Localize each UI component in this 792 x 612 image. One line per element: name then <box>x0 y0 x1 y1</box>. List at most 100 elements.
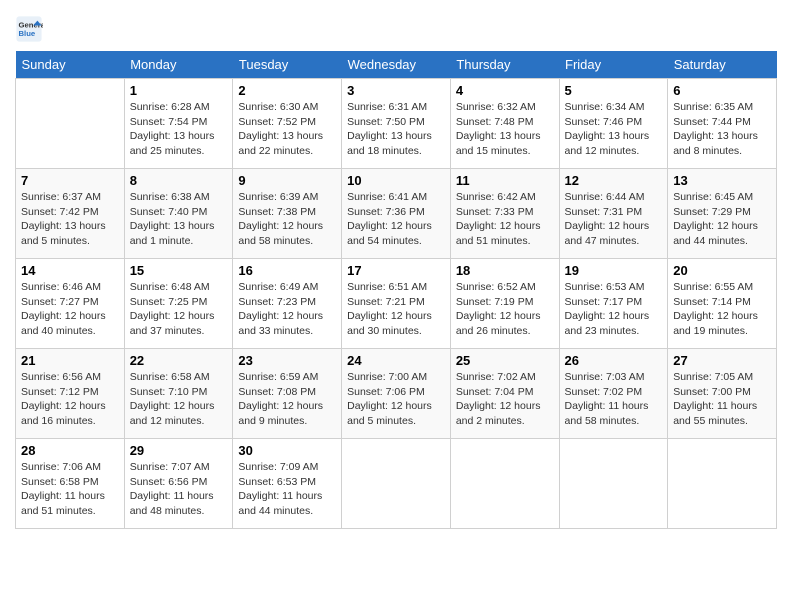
table-row: 15 Sunrise: 6:48 AM Sunset: 7:25 PM Dayli… <box>124 259 233 349</box>
day-info: Sunrise: 6:30 AM Sunset: 7:52 PM Dayligh… <box>238 100 336 159</box>
table-row: 5Sunrise: 6:34 AM Sunset: 7:46 PM Daylig… <box>559 79 668 169</box>
day-number: 21 <box>21 353 119 368</box>
table-row: 30 Sunrise: 7:09 AM Sunset: 6:53 PM Dayli… <box>233 439 342 529</box>
day-number: 2 <box>238 83 336 98</box>
day-number: 7 <box>21 173 119 188</box>
day-info: Sunrise: 7:00 AM Sunset: 7:06 PM Dayligh… <box>347 370 445 429</box>
header-day-tuesday: Tuesday <box>233 51 342 79</box>
day-number: 5 <box>565 83 663 98</box>
calendar-week-5: 28Sunrise: 7:06 AM Sunset: 6:58 PM Dayli… <box>16 439 777 529</box>
calendar-header: SundayMondayTuesdayWednesdayThursdayFrid… <box>16 51 777 79</box>
table-row: 11 Sunrise: 6:42 AM Sunset: 7:33 PM Dayli… <box>450 169 559 259</box>
table-row: 2 Sunrise: 6:30 AM Sunset: 7:52 PM Daylig… <box>233 79 342 169</box>
day-number: 14 <box>21 263 119 278</box>
day-info: Sunrise: 6:48 AM Sunset: 7:25 PM Dayligh… <box>130 280 228 339</box>
calendar-body: 1Sunrise: 6:28 AM Sunset: 7:54 PM Daylig… <box>16 79 777 529</box>
table-row: 17 Sunrise: 6:51 AM Sunset: 7:21 PM Dayli… <box>342 259 451 349</box>
svg-text:Blue: Blue <box>19 29 36 38</box>
day-number: 9 <box>238 173 336 188</box>
day-info: Sunrise: 6:45 AM Sunset: 7:29 PM Dayligh… <box>673 190 771 249</box>
day-number: 17 <box>347 263 445 278</box>
day-number: 29 <box>130 443 228 458</box>
day-number: 12 <box>565 173 663 188</box>
logo: General Blue <box>15 15 47 43</box>
day-number: 30 <box>238 443 336 458</box>
table-row: 7 Sunrise: 6:37 AM Sunset: 7:42 PM Daylig… <box>16 169 125 259</box>
day-number: 24 <box>347 353 445 368</box>
day-info: Sunrise: 6:41 AM Sunset: 7:36 PM Dayligh… <box>347 190 445 249</box>
day-number: 26 <box>565 353 663 368</box>
header-day-wednesday: Wednesday <box>342 51 451 79</box>
header-day-saturday: Saturday <box>668 51 777 79</box>
day-number: 25 <box>456 353 554 368</box>
day-info: Sunrise: 6:58 AM Sunset: 7:10 PM Dayligh… <box>130 370 228 429</box>
day-number: 19 <box>565 263 663 278</box>
calendar-table: SundayMondayTuesdayWednesdayThursdayFrid… <box>15 51 777 529</box>
day-number: 22 <box>130 353 228 368</box>
table-row: 16 Sunrise: 6:49 AM Sunset: 7:23 PM Dayli… <box>233 259 342 349</box>
day-number: 4 <box>456 83 554 98</box>
day-number: 13 <box>673 173 771 188</box>
table-row: 28Sunrise: 7:06 AM Sunset: 6:58 PM Dayli… <box>16 439 125 529</box>
header-day-monday: Monday <box>124 51 233 79</box>
calendar-week-3: 14Sunrise: 6:46 AM Sunset: 7:27 PM Dayli… <box>16 259 777 349</box>
table-row <box>668 439 777 529</box>
day-info: Sunrise: 7:07 AM Sunset: 6:56 PM Dayligh… <box>130 460 228 519</box>
day-info: Sunrise: 6:37 AM Sunset: 7:42 PM Dayligh… <box>21 190 119 249</box>
header-row: SundayMondayTuesdayWednesdayThursdayFrid… <box>16 51 777 79</box>
table-row: 24 Sunrise: 7:00 AM Sunset: 7:06 PM Dayli… <box>342 349 451 439</box>
day-info: Sunrise: 6:31 AM Sunset: 7:50 PM Dayligh… <box>347 100 445 159</box>
day-info: Sunrise: 6:51 AM Sunset: 7:21 PM Dayligh… <box>347 280 445 339</box>
day-number: 23 <box>238 353 336 368</box>
day-info: Sunrise: 6:32 AM Sunset: 7:48 PM Dayligh… <box>456 100 554 159</box>
day-number: 28 <box>21 443 119 458</box>
calendar-week-2: 7 Sunrise: 6:37 AM Sunset: 7:42 PM Daylig… <box>16 169 777 259</box>
table-row: 8Sunrise: 6:38 AM Sunset: 7:40 PM Daylig… <box>124 169 233 259</box>
day-info: Sunrise: 6:49 AM Sunset: 7:23 PM Dayligh… <box>238 280 336 339</box>
day-info: Sunrise: 6:52 AM Sunset: 7:19 PM Dayligh… <box>456 280 554 339</box>
table-row <box>450 439 559 529</box>
header-day-thursday: Thursday <box>450 51 559 79</box>
day-number: 6 <box>673 83 771 98</box>
table-row: 12 Sunrise: 6:44 AM Sunset: 7:31 PM Dayli… <box>559 169 668 259</box>
day-number: 16 <box>238 263 336 278</box>
day-info: Sunrise: 6:42 AM Sunset: 7:33 PM Dayligh… <box>456 190 554 249</box>
table-row: 9Sunrise: 6:39 AM Sunset: 7:38 PM Daylig… <box>233 169 342 259</box>
day-number: 20 <box>673 263 771 278</box>
day-info: Sunrise: 7:09 AM Sunset: 6:53 PM Dayligh… <box>238 460 336 519</box>
logo-icon: General Blue <box>15 15 43 43</box>
header-day-friday: Friday <box>559 51 668 79</box>
day-number: 11 <box>456 173 554 188</box>
table-row: 19Sunrise: 6:53 AM Sunset: 7:17 PM Dayli… <box>559 259 668 349</box>
day-number: 15 <box>130 263 228 278</box>
table-row <box>16 79 125 169</box>
table-row: 18 Sunrise: 6:52 AM Sunset: 7:19 PM Dayli… <box>450 259 559 349</box>
day-info: Sunrise: 6:44 AM Sunset: 7:31 PM Dayligh… <box>565 190 663 249</box>
table-row <box>559 439 668 529</box>
table-row: 4 Sunrise: 6:32 AM Sunset: 7:48 PM Daylig… <box>450 79 559 169</box>
header-day-sunday: Sunday <box>16 51 125 79</box>
calendar-week-4: 21Sunrise: 6:56 AM Sunset: 7:12 PM Dayli… <box>16 349 777 439</box>
day-info: Sunrise: 6:55 AM Sunset: 7:14 PM Dayligh… <box>673 280 771 339</box>
table-row: 25Sunrise: 7:02 AM Sunset: 7:04 PM Dayli… <box>450 349 559 439</box>
table-row: 21Sunrise: 6:56 AM Sunset: 7:12 PM Dayli… <box>16 349 125 439</box>
table-row: 13 Sunrise: 6:45 AM Sunset: 7:29 PM Dayli… <box>668 169 777 259</box>
day-number: 10 <box>347 173 445 188</box>
day-number: 8 <box>130 173 228 188</box>
day-info: Sunrise: 6:59 AM Sunset: 7:08 PM Dayligh… <box>238 370 336 429</box>
table-row: 20 Sunrise: 6:55 AM Sunset: 7:14 PM Dayli… <box>668 259 777 349</box>
table-row: 10 Sunrise: 6:41 AM Sunset: 7:36 PM Dayli… <box>342 169 451 259</box>
table-row: 22 Sunrise: 6:58 AM Sunset: 7:10 PM Dayli… <box>124 349 233 439</box>
day-number: 18 <box>456 263 554 278</box>
table-row: 3 Sunrise: 6:31 AM Sunset: 7:50 PM Daylig… <box>342 79 451 169</box>
day-info: Sunrise: 7:05 AM Sunset: 7:00 PM Dayligh… <box>673 370 771 429</box>
day-number: 27 <box>673 353 771 368</box>
day-info: Sunrise: 6:35 AM Sunset: 7:44 PM Dayligh… <box>673 100 771 159</box>
table-row: 6 Sunrise: 6:35 AM Sunset: 7:44 PM Daylig… <box>668 79 777 169</box>
table-row: 27 Sunrise: 7:05 AM Sunset: 7:00 PM Dayli… <box>668 349 777 439</box>
table-row: 14Sunrise: 6:46 AM Sunset: 7:27 PM Dayli… <box>16 259 125 349</box>
day-number: 3 <box>347 83 445 98</box>
day-number: 1 <box>130 83 228 98</box>
calendar-week-1: 1Sunrise: 6:28 AM Sunset: 7:54 PM Daylig… <box>16 79 777 169</box>
table-row: 26Sunrise: 7:03 AM Sunset: 7:02 PM Dayli… <box>559 349 668 439</box>
